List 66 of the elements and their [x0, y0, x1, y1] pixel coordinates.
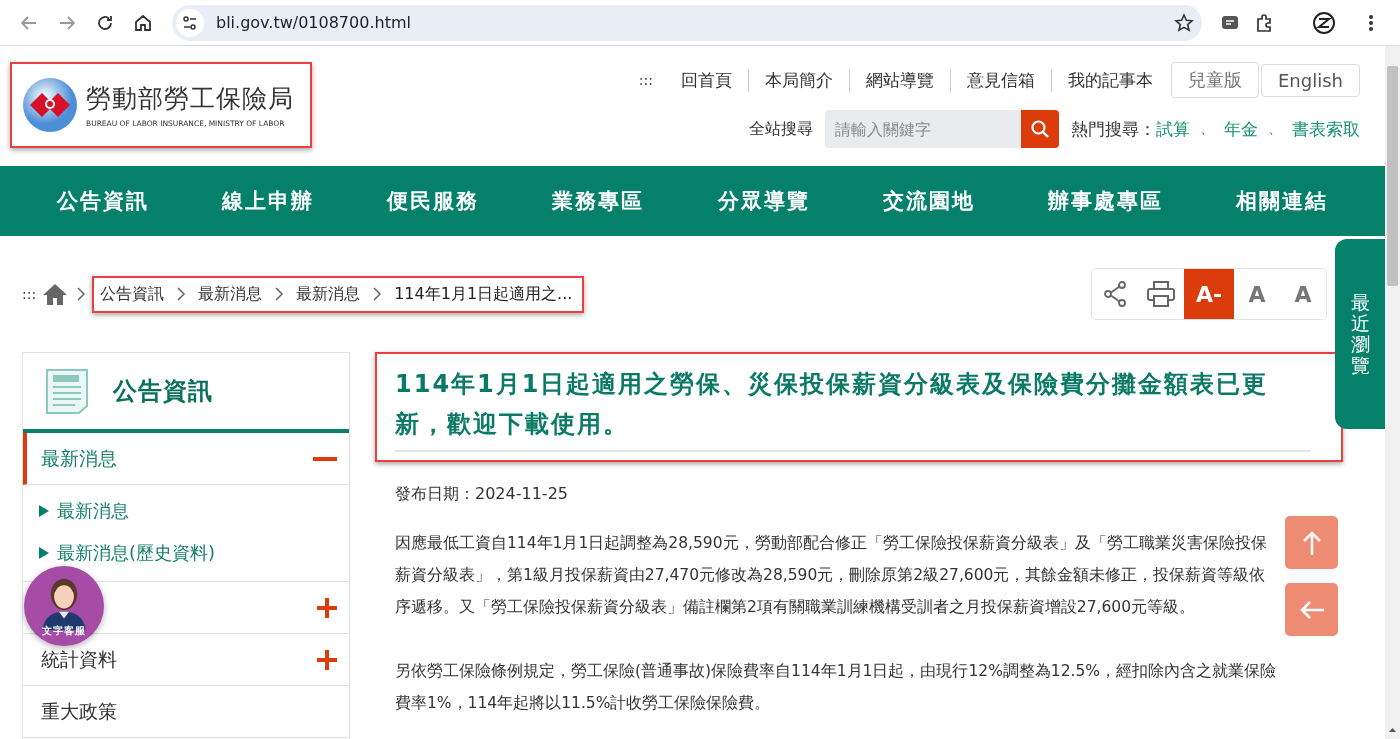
top-link[interactable]: 本局簡介 [748, 68, 849, 92]
article-title: 114年1月1日起適用之勞保、災保投保薪資分級表及保險費分攤金額表已更新，歡迎下載使用。 [395, 364, 1311, 452]
scrollbar[interactable] [1385, 46, 1400, 739]
home-icon[interactable] [42, 282, 69, 306]
nav-item[interactable]: 線上申辦 [221, 187, 314, 215]
submenu-link[interactable]: 最新消息 [57, 499, 129, 523]
menu-icon[interactable] [1368, 12, 1374, 33]
logo-icon [22, 77, 78, 133]
settings-icon[interactable] [182, 14, 198, 31]
printer-icon [1147, 281, 1175, 307]
breadcrumb-current: 114年1月1日起適用之... [394, 283, 573, 305]
chevron-icon [176, 287, 187, 301]
separator: 、 [1268, 120, 1282, 138]
triangle-icon [39, 547, 49, 559]
nav-item[interactable]: 公告資訊 [56, 187, 149, 215]
triangle-icon [39, 505, 49, 517]
search-icon [1030, 119, 1050, 139]
date-label: 發布日期： [395, 484, 475, 505]
sidebar-item[interactable]: 重大政策 [23, 686, 349, 738]
nav-item[interactable]: 交流園地 [882, 187, 975, 215]
article-paragraph: 因應最低工資自114年1月1日起調整為28,590元，勞動部配合修正「勞工保險投保薪資分級表」及「勞工職業災害保險投保薪資分級表」，第1級月投保薪資由27,470元修改為28,590元，刪除原第2級27,600元，其餘金額未修正，投保薪資等級依序遞移。又「勞工保險投保薪資分級表」備註欄第2項有關職業訓練機構受訓者之月投保薪資增設27,600元等級。 [395, 533, 1268, 618]
chevron-icon [372, 287, 383, 301]
logo-title: 勞動部勞工保險局 [86, 83, 294, 115]
chevron-icon [76, 287, 87, 301]
expand-icon[interactable] [317, 597, 337, 618]
profile-icon[interactable] [1312, 10, 1336, 35]
nav-item[interactable]: 相關連結 [1236, 187, 1329, 215]
search-button[interactable] [1021, 110, 1059, 148]
hot-search-link[interactable]: 書表索取 [1292, 117, 1360, 141]
home-icon[interactable] [133, 12, 153, 33]
search-field[interactable]: 請輸入關鍵字 [825, 110, 1021, 148]
breadcrumb-link[interactable]: 公告資訊 [100, 283, 165, 305]
hot-search-link[interactable]: 試算 [1156, 117, 1190, 141]
top-link[interactable]: 意見信箱 [950, 68, 1051, 92]
kids-version-button[interactable]: 兒童版 [1171, 62, 1259, 98]
breadcrumb-link[interactable]: 最新消息 [296, 283, 361, 305]
submenu-link[interactable]: 最新消息(歷史資料) [57, 541, 216, 565]
chevron-icon [274, 287, 285, 301]
top-link[interactable]: 回首頁 [665, 68, 748, 92]
search-label: 全站搜尋 [749, 118, 813, 140]
nav-item[interactable]: 便民服務 [387, 187, 480, 215]
collapse-icon[interactable] [313, 456, 337, 461]
top-link[interactable]: 網站導覽 [849, 68, 950, 92]
arrow-up-icon [1301, 529, 1322, 556]
nav-item[interactable]: 辦事處專區 [1048, 187, 1164, 215]
sidebar-title: 公告資訊 [113, 376, 213, 407]
hot-search-link[interactable]: 年金 [1224, 117, 1258, 141]
expand-icon[interactable] [317, 649, 337, 670]
language-button[interactable]: English [1261, 63, 1360, 97]
separator: 、 [1200, 120, 1214, 138]
share-icon [1103, 281, 1127, 307]
arrow-left-icon [1298, 599, 1325, 620]
breadcrumb-link[interactable]: 最新消息 [198, 283, 263, 305]
publish-date: 2024-11-25 [475, 484, 568, 505]
hot-search-label: 熱門搜尋： [1071, 117, 1156, 141]
newspaper-icon [43, 367, 91, 415]
accesskey-mark[interactable]: ::: [22, 286, 37, 302]
recent-views-tab[interactable]: 最近瀏覽 [1335, 239, 1385, 429]
nav-item[interactable]: 業務專區 [552, 187, 645, 215]
top-link[interactable]: 我的記事本 [1051, 68, 1169, 92]
font-size-button[interactable]: A- [1184, 269, 1234, 319]
article-paragraph: 另依勞工保險條例規定，勞工保險(普通事故)保險費率自114年1月1日起，由現行12%調整為12.5%，經扣除內含之就業保險費率1%，114年起將以11.5%計收勞工保險保險費。 [395, 661, 1278, 714]
star-icon[interactable] [1174, 12, 1194, 33]
sidebar-item[interactable]: 最新消息 [23, 433, 349, 485]
nav-item[interactable]: 分眾導覽 [717, 187, 810, 215]
accesskey-mark[interactable]: ::: [638, 72, 653, 88]
